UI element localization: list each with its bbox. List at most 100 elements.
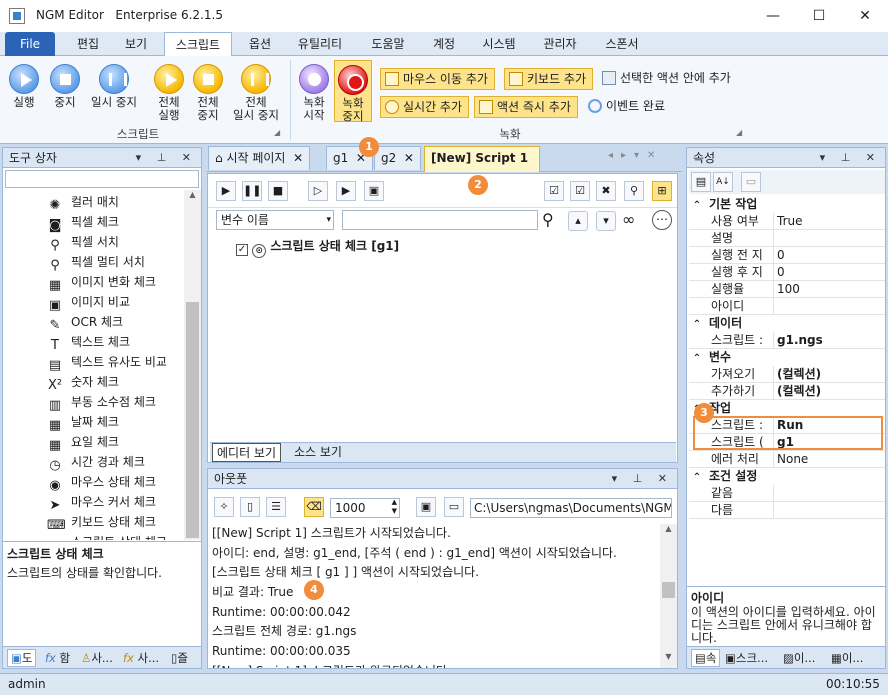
output-page-icon[interactable]: ▯ xyxy=(240,497,260,517)
menu-edit[interactable]: 편집 xyxy=(66,32,110,56)
property-value[interactable]: (컬렉션) xyxy=(773,383,821,400)
tab-favorites[interactable]: ▯즐 xyxy=(171,650,188,666)
variable-search-icon[interactable]: ⚲ xyxy=(542,210,554,229)
event-complete-button[interactable]: 이벤트 완료 xyxy=(588,96,665,118)
output-scrollbar[interactable]: ▲ ▼ xyxy=(660,524,677,668)
add-mouse-move-button[interactable]: 마우스 이동 추가 xyxy=(380,68,495,90)
property-row[interactable]: 다름 xyxy=(689,502,885,519)
property-row[interactable]: 설명 xyxy=(689,230,885,247)
output-list-icon[interactable]: ☰ xyxy=(266,497,286,517)
property-row[interactable]: 실행 전 지 0 xyxy=(689,247,885,264)
delete-checked-icon[interactable]: ✖ xyxy=(596,181,616,201)
output-path-field[interactable]: C:\Users\ngmas\Documents\NGM6\ xyxy=(470,498,672,518)
menu-script[interactable]: 스크립트 xyxy=(164,32,232,57)
tab-script-list[interactable]: ▣스크... xyxy=(725,650,768,666)
record-stop-button[interactable]: 녹화 중지 xyxy=(334,60,372,123)
output-scroll-thumb[interactable] xyxy=(662,582,675,598)
add-realtime-button[interactable]: 실시간 추가 xyxy=(380,96,470,118)
pause-button[interactable]: 일시 중지 xyxy=(86,64,142,109)
property-category[interactable]: ⌃ 변수 xyxy=(689,349,885,366)
toolbox-item[interactable]: ➤ 마우스 커서 체크 xyxy=(47,492,156,513)
tab-user-fx[interactable]: fx 사... xyxy=(123,650,159,666)
collapse-icon[interactable]: ⌃ xyxy=(689,350,705,367)
menu-system[interactable]: 시스템 xyxy=(474,32,524,56)
collapse-icon[interactable]: ⌃ xyxy=(689,316,705,333)
run-button[interactable]: 실행 xyxy=(6,64,42,109)
tab-start-page[interactable]: ⌂ 시작 페이지 ✕ xyxy=(208,146,311,170)
scroll-up-icon[interactable]: ▲ xyxy=(660,524,677,533)
output-filter-icon[interactable]: ✧ xyxy=(214,497,234,517)
menu-options[interactable]: 옵션 xyxy=(238,32,282,56)
variable-select[interactable]: 변수 이름 ▾ xyxy=(216,210,334,230)
tab-events[interactable]: ▦이... xyxy=(831,650,863,666)
collapse-icon[interactable]: ⌃ xyxy=(689,197,705,214)
editor-run-icon[interactable]: ▶ xyxy=(216,181,236,201)
toolbox-item[interactable]: ▦ 요일 체크 xyxy=(47,432,119,453)
property-pages-icon[interactable]: ▭ xyxy=(741,172,761,192)
toolbox-item[interactable]: ◷ 시간 경과 체크 xyxy=(47,452,145,473)
property-row[interactable]: 에러 처리 None xyxy=(689,451,885,468)
property-category[interactable]: ⌃ 작업 xyxy=(689,400,885,417)
add-action-now-button[interactable]: 액션 즉시 추가 xyxy=(474,96,578,118)
property-value[interactable]: 100 xyxy=(773,281,800,298)
tab-nav-controls[interactable]: ◂▸▾✕ xyxy=(608,150,663,161)
menu-admin[interactable]: 관리자 xyxy=(534,32,586,56)
property-value[interactable]: 0 xyxy=(773,247,785,264)
tab-close-icon[interactable]: ✕ xyxy=(293,151,303,165)
property-value[interactable]: True xyxy=(773,213,803,230)
property-value[interactable]: 0 xyxy=(773,264,785,281)
menu-help[interactable]: 도움말 xyxy=(362,32,414,56)
menu-view[interactable]: 보기 xyxy=(114,32,158,56)
menu-utility[interactable]: 유틸리티 xyxy=(290,32,350,56)
toolbox-item[interactable]: ◙ 픽셀 체크 xyxy=(47,212,119,233)
toolbox-scrollbar[interactable]: ▲ xyxy=(184,190,201,540)
editor-step-icon[interactable]: ▷ xyxy=(308,181,328,201)
property-value[interactable] xyxy=(773,298,777,315)
checkbox-icon[interactable]: ✓ xyxy=(236,244,248,256)
property-value[interactable] xyxy=(773,502,777,519)
toolbox-item[interactable]: ◉ 마우스 상태 체크 xyxy=(47,472,156,493)
save-icon[interactable]: ▣ xyxy=(416,497,436,517)
tab-new-script-1[interactable]: [New] Script 1 xyxy=(424,146,540,172)
toolbox-item[interactable]: ▦ 이미지 변화 체크 xyxy=(47,272,156,293)
check-all-icon[interactable]: ☑ xyxy=(544,181,564,201)
toolbox-item[interactable]: X² 숫자 체크 xyxy=(47,372,119,393)
property-category[interactable]: ⌃ 데이터 xyxy=(689,315,885,332)
menu-account[interactable]: 계정 xyxy=(424,32,464,56)
editor-run-sel-icon[interactable]: ▣ xyxy=(364,181,384,201)
toolbox-item[interactable]: ▤ 텍스트 유사도 비교 xyxy=(47,352,167,373)
tree-view-icon[interactable]: ⊞ xyxy=(652,181,672,201)
toolbox-item[interactable]: ▥ 부동 소수점 체크 xyxy=(47,392,156,413)
eraser-icon[interactable]: ⌫ xyxy=(304,497,324,517)
tab-editor-view[interactable]: 에디터 보기 xyxy=(212,443,282,462)
collapse-icon[interactable]: ⌃ xyxy=(689,469,705,486)
property-value[interactable] xyxy=(773,230,777,247)
toolbox-scroll-thumb[interactable] xyxy=(186,302,199,538)
stepper-arrows-icon[interactable]: ▲ ▼ xyxy=(392,498,397,516)
property-row[interactable]: 실행율 100 xyxy=(689,281,885,298)
scroll-down-icon[interactable]: ▼ xyxy=(660,652,677,661)
menu-file[interactable]: File xyxy=(5,32,55,56)
next-icon[interactable]: ▾ xyxy=(596,211,616,231)
property-value[interactable]: None xyxy=(773,451,808,468)
toolbox-item[interactable]: ▣ 이미지 비교 xyxy=(47,292,130,313)
property-row[interactable]: 같음 xyxy=(689,485,885,502)
more-icon[interactable]: ⋯ xyxy=(652,210,672,230)
maximize-button[interactable]: ☐ xyxy=(796,0,842,32)
loop-icon[interactable]: ∞ xyxy=(622,210,635,229)
tab-functions[interactable]: fx 함 xyxy=(45,650,70,666)
property-category[interactable]: ⌃ 기본 작업 xyxy=(689,196,885,213)
tab-properties[interactable]: ▤속 xyxy=(691,649,721,667)
output-panel-controls[interactable]: ▾ ⊥ ✕ xyxy=(612,469,673,489)
categorized-icon[interactable]: ▤ xyxy=(691,172,711,192)
property-category[interactable]: ⌃ 조건 설정 xyxy=(689,468,885,485)
tab-images[interactable]: ▨이... xyxy=(783,650,815,666)
toolbox-item[interactable]: ⌨ 키보드 상태 체크 xyxy=(47,512,156,533)
sort-az-icon[interactable]: A↓ xyxy=(713,172,733,192)
property-row[interactable]: 스크립트 : g1.ngs xyxy=(689,332,885,349)
properties-panel-controls[interactable]: ▾ ⊥ ✕ xyxy=(820,148,881,168)
property-row[interactable]: 사용 여부 True xyxy=(689,213,885,230)
output-count-stepper[interactable]: 1000 ▲ ▼ xyxy=(330,498,400,518)
property-row[interactable]: 추가하기 (컬렉션) xyxy=(689,383,885,400)
menu-sponsor[interactable]: 스폰서 xyxy=(596,32,648,56)
